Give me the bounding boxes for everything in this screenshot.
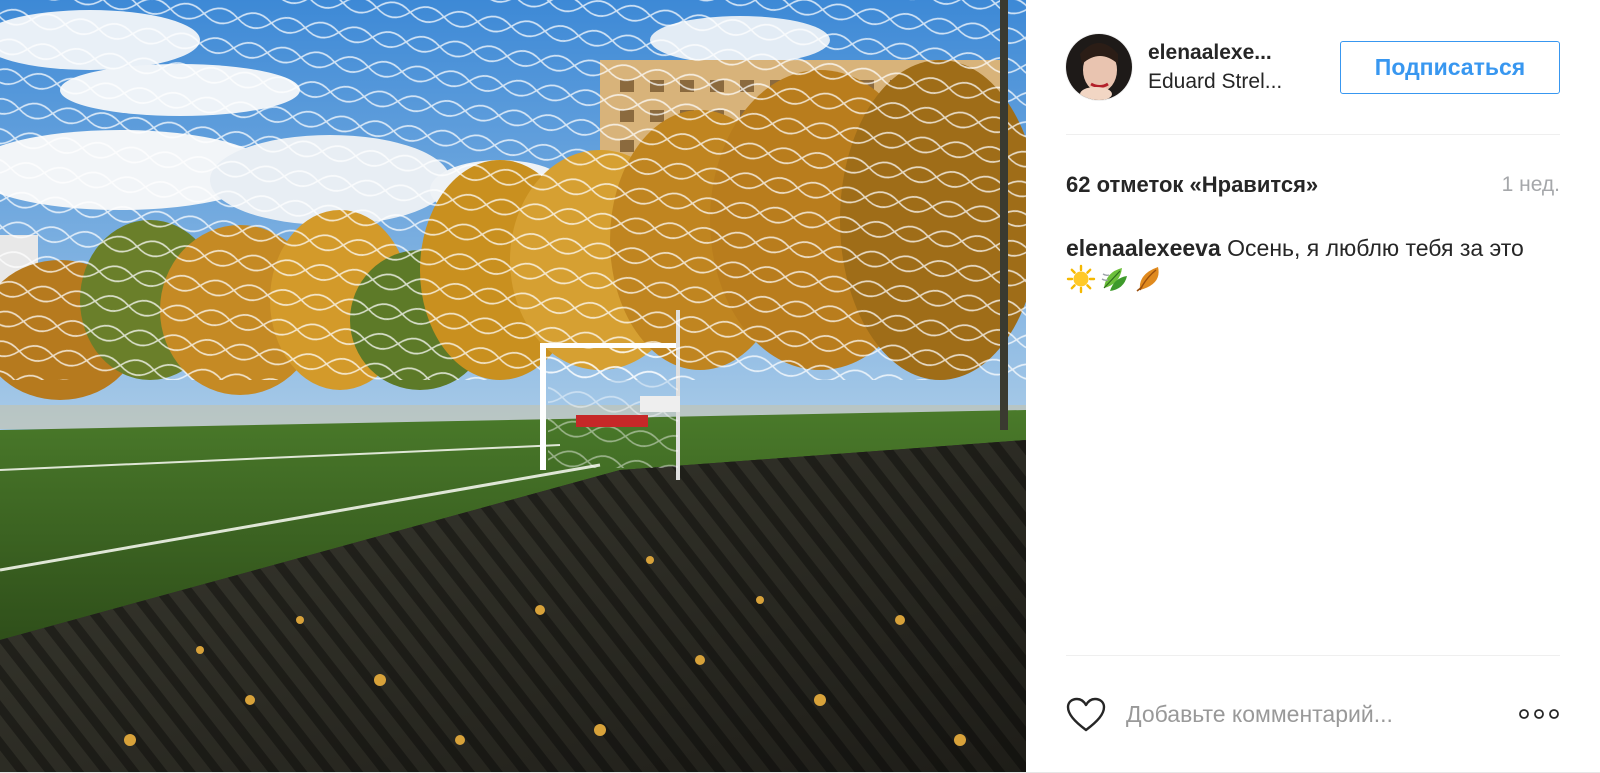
post-photo[interactable] — [0, 0, 1026, 772]
post-meta: 62 отметок «Нравится» 1 нед. — [1066, 170, 1560, 200]
heart-icon[interactable] — [1066, 697, 1106, 733]
avatar-image — [1066, 34, 1132, 100]
comment-input[interactable] — [1126, 694, 1486, 734]
post-container: elenaalexe... Eduard Strel... Подписатьс… — [0, 0, 1600, 773]
post-caption: elenaalexeeva Осень, я люблю тебя за это — [1066, 233, 1560, 296]
user-block: elenaalexe... Eduard Strel... — [1148, 40, 1308, 95]
location-link[interactable]: Eduard Strel... — [1148, 69, 1308, 95]
follow-button[interactable]: Подписаться — [1340, 41, 1560, 94]
avatar[interactable] — [1066, 34, 1132, 100]
likes-count[interactable]: 62 отметок «Нравится» — [1066, 170, 1318, 200]
leaves-emoji — [1101, 268, 1127, 291]
username-link[interactable]: elenaalexe... — [1148, 40, 1308, 66]
sun-emoji — [1066, 264, 1096, 294]
post-sidebar: elenaalexe... Eduard Strel... Подписатьс… — [1026, 0, 1600, 772]
comment-bar — [1066, 655, 1560, 773]
fallen-leaf-emoji — [1136, 267, 1159, 292]
caption-username[interactable]: elenaalexeeva — [1066, 235, 1221, 261]
more-dots-icon[interactable] — [1518, 704, 1560, 724]
post-header: elenaalexe... Eduard Strel... Подписатьс… — [1066, 0, 1560, 135]
football-net-photo — [0, 0, 1026, 772]
caption-text: Осень, я люблю тебя за это — [1220, 235, 1524, 261]
post-time[interactable]: 1 нед. — [1502, 170, 1560, 200]
